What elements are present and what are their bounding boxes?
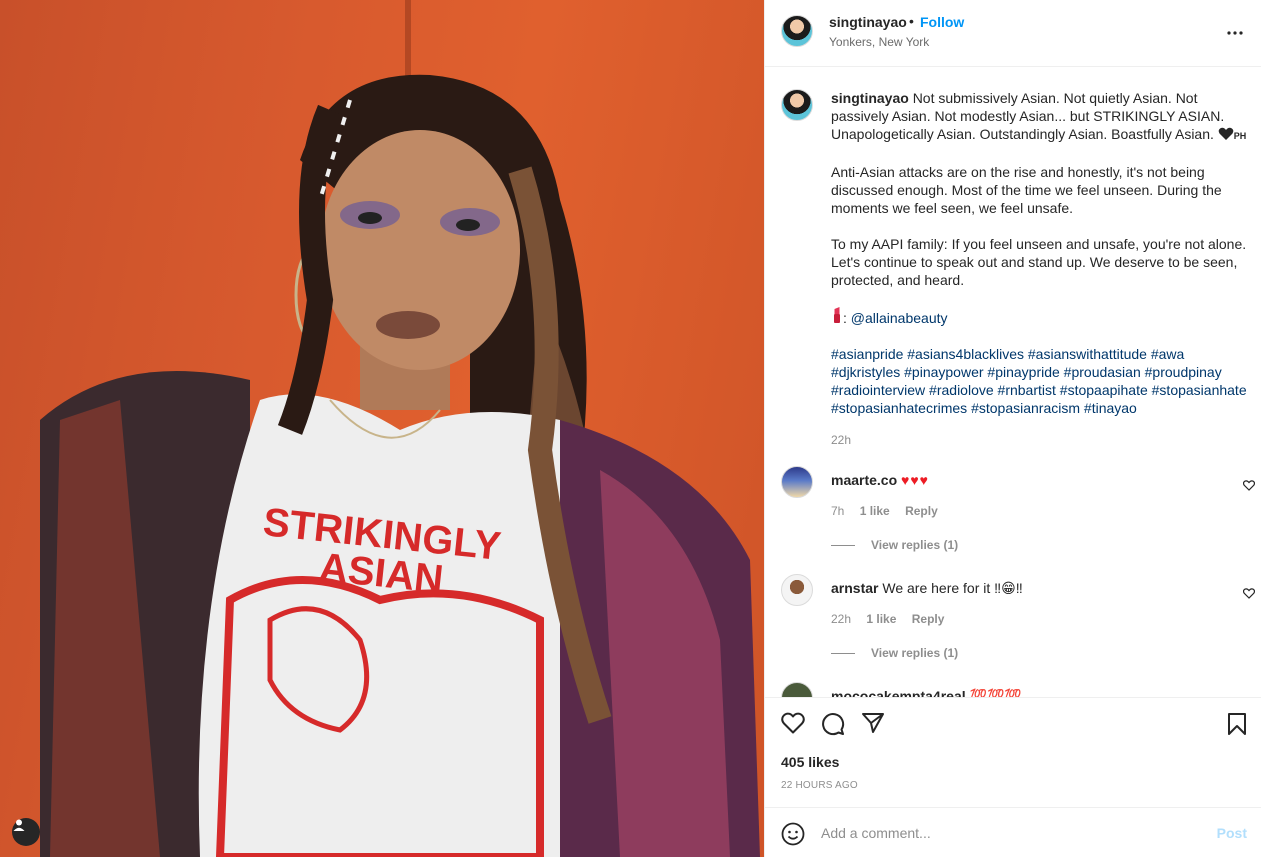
bookmark-icon[interactable] (1227, 712, 1247, 739)
black-heart-icon (1218, 127, 1234, 145)
comment-avatar[interactable] (781, 682, 813, 697)
comments-scroll[interactable]: singtinayao Not submissively Asian. Not … (765, 68, 1261, 697)
caption-para3: To my AAPI family: If you feel unseen an… (831, 236, 1247, 288)
comment-likes[interactable]: 1 like (866, 612, 896, 626)
comment-time[interactable]: 22h (831, 612, 851, 626)
post-comment-button[interactable]: Post (1217, 825, 1247, 841)
reply-button[interactable]: Reply (912, 612, 945, 626)
post-side-panel: singtinayao • Follow Yonkers, New York s… (764, 0, 1261, 857)
emoji-smile-icon[interactable] (781, 822, 805, 849)
separator-dot: • (909, 13, 914, 29)
lipstick-icon (831, 307, 843, 326)
caption-time[interactable]: 22h (831, 433, 1251, 447)
caption-avatar[interactable] (781, 89, 813, 121)
tagged-user-icon[interactable] (12, 818, 40, 846)
comment-username[interactable]: maarte.co (831, 472, 897, 488)
photo-illustration: STRIKINGLY ASIAN (40, 0, 760, 857)
add-comment-bar: Post (765, 807, 1261, 857)
reply-button[interactable]: Reply (905, 504, 938, 518)
post-photo[interactable]: STRIKINGLY ASIAN (0, 0, 764, 857)
ph-flag-text: PH (1233, 131, 1247, 141)
more-horizontal-icon[interactable] (1227, 22, 1243, 38)
post-location[interactable]: Yonkers, New York (829, 35, 929, 49)
comment-text: 💯💯💯 (969, 688, 1022, 697)
caption-para2: Anti-Asian attacks are on the rise and h… (831, 164, 1222, 216)
caption-username[interactable]: singtinayao (831, 90, 909, 106)
view-replies-button[interactable]: View replies (1) (831, 646, 958, 660)
post-header: singtinayao • Follow Yonkers, New York (765, 0, 1261, 67)
post-caption: singtinayao Not submissively Asian. Not … (781, 89, 1251, 447)
likes-count[interactable]: 405 likes (781, 754, 839, 770)
comment-bubble-icon[interactable] (821, 712, 845, 739)
comment-time[interactable]: 7h (831, 504, 844, 518)
author-username[interactable]: singtinayao (829, 14, 907, 30)
follow-button[interactable]: Follow (920, 14, 964, 30)
comment-text: We are here for it ‼😁‼ (882, 580, 1023, 596)
post-timestamp: 22 HOURS AGO (781, 780, 858, 791)
caption-credit: : @allainabeauty (831, 307, 1251, 327)
comment-avatar[interactable] (781, 466, 813, 498)
comment-username[interactable]: arnstar (831, 580, 878, 596)
post-modal: STRIKINGLY ASIAN singtinayao • Follow Yo… (0, 0, 1261, 857)
comment-avatar[interactable] (781, 574, 813, 606)
comment-username[interactable]: mococakempta4real (831, 688, 966, 697)
comment-heart-icon[interactable] (1242, 586, 1256, 602)
comment-heart-icon[interactable] (1242, 478, 1256, 494)
add-comment-input[interactable] (821, 821, 1201, 845)
mention-link[interactable]: @allainabeauty (851, 310, 948, 326)
author-avatar[interactable] (781, 15, 813, 47)
post-actions: 405 likes 22 HOURS AGO (765, 697, 1261, 807)
caption-hashtags[interactable]: #asianpride #asians4blacklives #asianswi… (831, 345, 1251, 417)
view-replies-button[interactable]: View replies (1) (831, 538, 958, 552)
comment-likes[interactable]: 1 like (860, 504, 890, 518)
comment-text: ♥♥♥ (901, 472, 929, 488)
share-paper-plane-icon[interactable] (861, 712, 885, 737)
like-heart-icon[interactable] (781, 712, 805, 737)
